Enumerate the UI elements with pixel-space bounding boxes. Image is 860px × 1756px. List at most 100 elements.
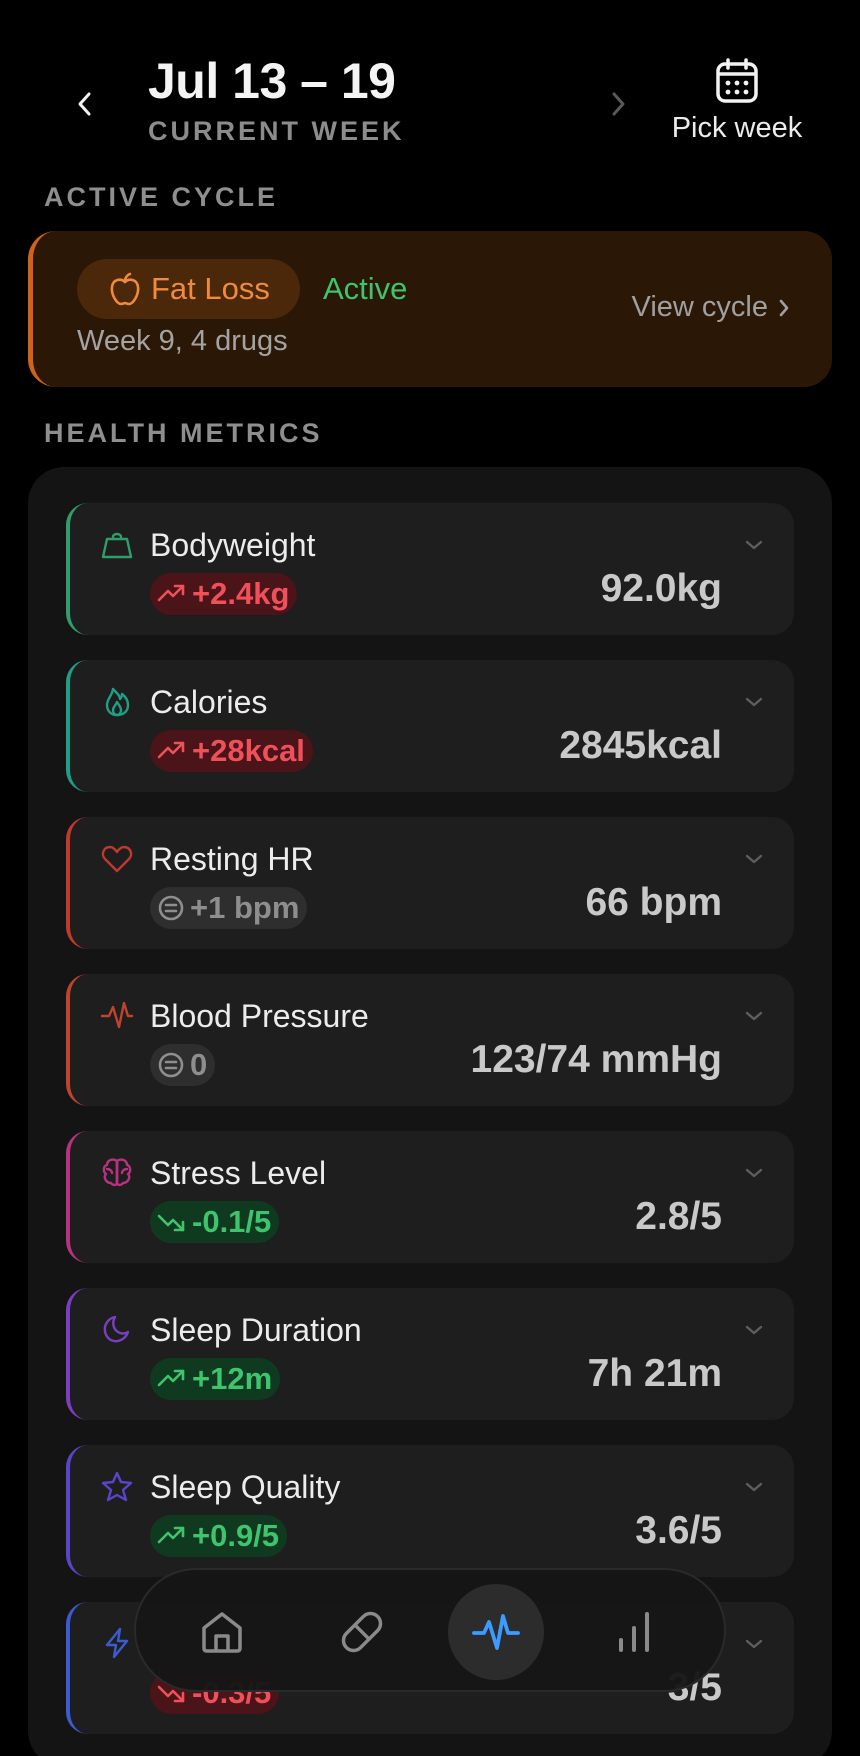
metric-row[interactable]: Stress Level -0.1/5 2.8/5: [66, 1131, 794, 1263]
pill-icon: [341, 1611, 383, 1653]
metric-change-value: +0.9/5: [192, 1518, 280, 1553]
metric-change-value: +12m: [192, 1361, 273, 1396]
metric-row[interactable]: Resting HR +1 bpm 66 bpm: [66, 817, 794, 949]
chevron-down-icon: [745, 1639, 763, 1649]
metric-name: Sleep Quality: [150, 1469, 341, 1505]
metric-icon: [100, 1312, 134, 1346]
week-header: Jul 13 – 19 CURRENT WEEK Pick week: [0, 0, 860, 170]
expand-metric-button[interactable]: [742, 849, 766, 869]
metric-value: 2.8/5: [635, 1195, 722, 1238]
home-icon: [202, 1612, 242, 1653]
metric-name: Calories: [150, 684, 268, 720]
metric-row[interactable]: Sleep Quality +0.9/5 3.6/5: [66, 1445, 794, 1577]
metric-value: 66 bpm: [585, 881, 722, 924]
metric-change-badge: +1 bpm: [150, 887, 308, 929]
neutral-trend-icon: [158, 1052, 184, 1078]
metric-row[interactable]: Bodyweight +2.4kg 92.0kg: [66, 503, 794, 635]
expand-metric-button[interactable]: [742, 1320, 766, 1340]
metric-name: Bodyweight: [150, 527, 316, 563]
metric-value: 7h 21m: [587, 1352, 722, 1395]
chevron-down-icon: [745, 1482, 763, 1492]
metric-name: Blood Pressure: [150, 998, 369, 1034]
metric-change-value: +28kcal: [192, 733, 305, 768]
brain-icon: [102, 1158, 132, 1187]
metric-icon: [100, 527, 134, 561]
bolt-icon: [105, 1627, 129, 1659]
cycle-status-badge: Active: [323, 271, 408, 306]
expand-metric-button[interactable]: [742, 1634, 766, 1654]
chevron-right-icon: [779, 299, 789, 316]
neutral-trend-icon: [158, 895, 184, 921]
metric-row[interactable]: Sleep Duration +12m 7h 21m: [66, 1288, 794, 1420]
star-icon: [101, 1471, 133, 1502]
pick-week-button[interactable]: Pick week: [662, 58, 812, 148]
tab-medications[interactable]: [314, 1584, 410, 1680]
expand-metric-button[interactable]: [742, 535, 766, 555]
metric-icon: [100, 998, 134, 1032]
metric-change-value: 0: [190, 1047, 208, 1082]
weight-icon: [101, 532, 133, 559]
expand-metric-button[interactable]: [742, 1163, 766, 1183]
trend-up-icon: [157, 741, 185, 759]
metric-icon: [100, 1155, 134, 1189]
metric-icon: [100, 841, 134, 875]
chevron-down-icon: [745, 1011, 763, 1021]
bar-chart-icon: [619, 1612, 649, 1652]
cycle-goal-label: Fat Loss: [151, 271, 270, 306]
health-week-screen: Jul 13 – 19 CURRENT WEEK Pick week ACTIV…: [0, 0, 860, 1756]
expand-metric-button[interactable]: [742, 1477, 766, 1497]
metric-icon: [100, 684, 134, 718]
trend-up-icon: [157, 1526, 185, 1544]
metric-name: Sleep Duration: [150, 1312, 362, 1348]
next-week-button[interactable]: [596, 82, 640, 126]
expand-metric-button[interactable]: [742, 692, 766, 712]
apple-icon: [110, 272, 140, 306]
metric-change-badge: +12m: [150, 1358, 281, 1400]
metric-icon: [100, 1626, 134, 1660]
chevron-right-icon: [612, 92, 625, 116]
metric-change-badge: +28kcal: [150, 730, 313, 772]
chevron-down-icon: [745, 697, 763, 707]
health-metrics-heading: HEALTH METRICS: [44, 418, 323, 448]
calendar-icon: [716, 58, 758, 103]
metric-value: 3.6/5: [635, 1509, 722, 1552]
health-metrics-panel: Bodyweight +2.4kg 92.0kg Calories +28kca…: [28, 467, 832, 1756]
expand-metric-button[interactable]: [742, 1006, 766, 1026]
week-subtitle: CURRENT WEEK: [148, 116, 405, 146]
pulse-icon: [100, 1001, 134, 1029]
trend-up-icon: [157, 1369, 185, 1387]
metric-icon: [100, 1469, 134, 1503]
metric-change-badge: -0.1/5: [150, 1201, 280, 1243]
view-cycle-link[interactable]: View cycle: [632, 291, 790, 324]
metric-change-badge: +2.4kg: [150, 573, 298, 615]
chevron-down-icon: [745, 1168, 763, 1178]
trend-up-icon: [157, 584, 185, 602]
metric-row[interactable]: Blood Pressure 0 123/74 mmHg: [66, 974, 794, 1106]
metric-row[interactable]: Calories +28kcal 2845kcal: [66, 660, 794, 792]
metric-value: 92.0kg: [600, 567, 722, 610]
pick-week-label: Pick week: [671, 112, 803, 144]
flame-icon: [105, 687, 130, 717]
heart-icon: [101, 845, 133, 873]
chevron-down-icon: [745, 854, 763, 864]
metric-change-badge: +0.9/5: [150, 1515, 288, 1557]
moon-icon: [103, 1315, 130, 1343]
metric-change-badge: 0: [150, 1044, 216, 1086]
pulse-icon: [472, 1614, 520, 1650]
metric-name: Resting HR: [150, 841, 314, 877]
active-cycle-heading: ACTIVE CYCLE: [44, 182, 279, 212]
trend-down-icon: [157, 1214, 185, 1232]
tab-home[interactable]: [174, 1584, 270, 1680]
chevron-down-icon: [745, 540, 763, 550]
metric-change-value: -0.1/5: [192, 1204, 272, 1239]
metric-name: Stress Level: [150, 1155, 327, 1191]
previous-week-button[interactable]: [62, 82, 106, 126]
cycle-goal-pill: Fat Loss: [77, 259, 300, 319]
tab-stats[interactable]: [586, 1584, 682, 1680]
active-cycle-card[interactable]: Fat Loss Active Week 9, 4 drugs View cyc…: [28, 231, 832, 387]
chevron-down-icon: [745, 1325, 763, 1335]
view-cycle-label: View cycle: [631, 291, 768, 323]
week-title: Jul 13 – 19: [148, 53, 396, 109]
tab-health[interactable]: [448, 1584, 544, 1680]
metric-change-value: +2.4kg: [192, 576, 290, 611]
